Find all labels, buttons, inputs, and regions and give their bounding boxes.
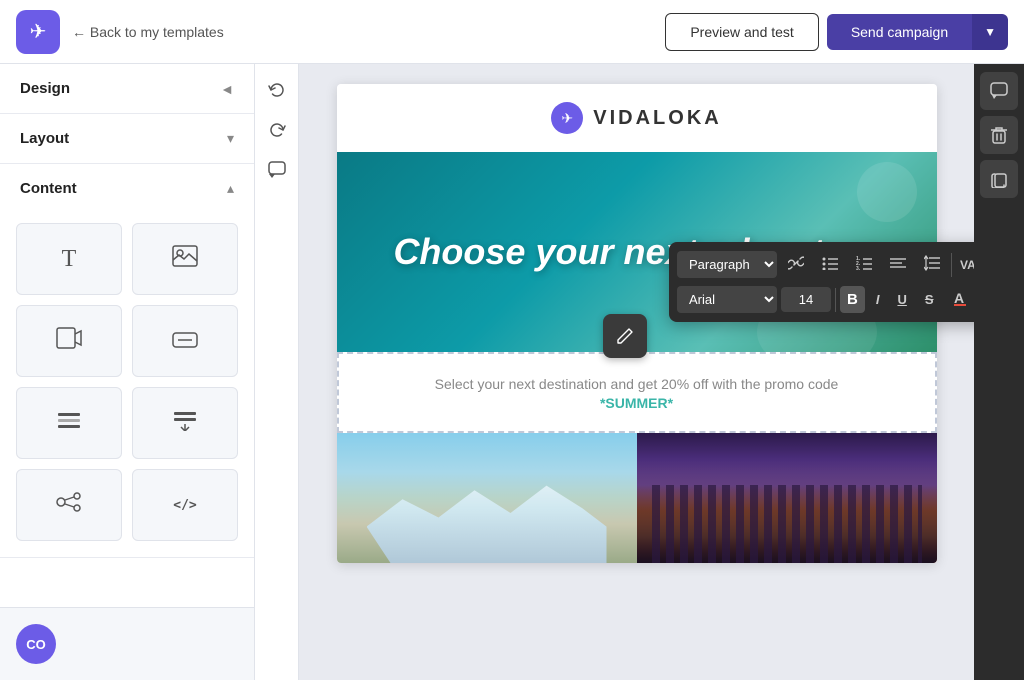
logo-icon: ✈ bbox=[30, 19, 47, 44]
svg-text:A: A bbox=[954, 290, 964, 306]
promo-section[interactable]: Select your next destination and get 20%… bbox=[337, 352, 937, 433]
button-tool-icon bbox=[172, 328, 198, 354]
layout-section-header[interactable]: Layout ▾ bbox=[0, 114, 254, 163]
promo-text: Select your next destination and get 20%… bbox=[359, 374, 915, 395]
strikethrough-button[interactable]: S bbox=[918, 287, 941, 312]
paragraph-select[interactable]: Paragraph bbox=[677, 251, 777, 278]
html-tool-icon: </> bbox=[173, 498, 196, 513]
svg-text:3.: 3. bbox=[856, 266, 861, 270]
avatar-initials: CO bbox=[26, 637, 46, 652]
text-tool[interactable]: T bbox=[16, 223, 122, 295]
main-layout: Design ◄ Layout ▾ Content ▴ T bbox=[0, 64, 1024, 680]
layout-section: Layout ▾ bbox=[0, 114, 254, 164]
social-tool-icon bbox=[56, 491, 82, 519]
header-left: ✈ ← Back to my templates bbox=[16, 10, 224, 54]
back-link-text: ← Back to my templates bbox=[72, 24, 224, 40]
underline-button[interactable]: U bbox=[890, 287, 913, 312]
import-tool[interactable] bbox=[132, 387, 238, 459]
brand-name: VIDALOKA bbox=[593, 107, 721, 130]
layout-label: Layout bbox=[20, 130, 69, 147]
italic-button[interactable]: I bbox=[869, 287, 887, 312]
video-tool-icon bbox=[56, 327, 82, 355]
glacier-image[interactable] bbox=[337, 433, 637, 563]
line-height-button[interactable] bbox=[917, 250, 947, 279]
right-delete-button[interactable] bbox=[980, 116, 1018, 154]
avatar: CO bbox=[16, 624, 56, 664]
image-tool[interactable] bbox=[132, 223, 238, 295]
send-campaign-dropdown-button[interactable]: ▼ bbox=[972, 14, 1008, 50]
format-toolbar: Paragraph bbox=[669, 242, 974, 322]
send-campaign-button[interactable]: Send campaign bbox=[827, 14, 972, 50]
import-tool-icon bbox=[172, 409, 198, 437]
brand-icon: ✈ bbox=[551, 102, 583, 134]
image-grid bbox=[337, 433, 937, 563]
design-label: Design bbox=[20, 80, 70, 97]
ordered-list-button[interactable]: 1. 2. 3. bbox=[849, 251, 879, 278]
content-section-header[interactable]: Content ▴ bbox=[0, 164, 254, 213]
image-tool-icon bbox=[172, 245, 198, 273]
content-tools-grid: T bbox=[0, 213, 254, 557]
bold-button[interactable]: B bbox=[840, 286, 865, 313]
email-header-bar: ✈ VIDALOKA bbox=[337, 84, 937, 152]
button-tool[interactable] bbox=[132, 305, 238, 377]
sidebar-bottom: CO bbox=[0, 607, 254, 680]
font-size-input[interactable] bbox=[781, 287, 831, 312]
content-section: Content ▴ T bbox=[0, 164, 254, 558]
va-label: VA bbox=[956, 258, 974, 272]
format-divider-3 bbox=[835, 288, 836, 312]
font-select[interactable]: Arial bbox=[677, 286, 777, 313]
text-fill-button[interactable]: A bbox=[945, 285, 974, 314]
header-right: Preview and test Send campaign ▼ bbox=[665, 13, 1008, 51]
promo-code: *SUMMER* bbox=[359, 395, 915, 411]
align-button[interactable] bbox=[883, 251, 913, 278]
design-collapse-icon: ◄ bbox=[220, 81, 234, 97]
unordered-list-button[interactable] bbox=[815, 251, 845, 278]
brand-icon-symbol: ✈ bbox=[561, 110, 573, 127]
canvas-scroll[interactable]: ✈ VIDALOKA Choose your next adventure Se… bbox=[299, 64, 974, 680]
send-campaign-group: Send campaign ▼ bbox=[827, 14, 1008, 50]
text-tool-icon: T bbox=[62, 246, 77, 273]
header: ✈ ← Back to my templates Preview and tes… bbox=[0, 0, 1024, 64]
edit-fab-button[interactable] bbox=[603, 314, 647, 358]
right-actions-panel bbox=[974, 64, 1024, 680]
sidebar: Design ◄ Layout ▾ Content ▴ T bbox=[0, 64, 255, 680]
video-tool[interactable] bbox=[16, 305, 122, 377]
format-divider-1 bbox=[951, 253, 952, 277]
logo: ✈ bbox=[16, 10, 60, 54]
design-section: Design ◄ bbox=[0, 64, 254, 114]
city-image[interactable] bbox=[637, 433, 937, 563]
undo-button[interactable] bbox=[259, 72, 295, 108]
redo-button[interactable] bbox=[259, 112, 295, 148]
content-label: Content bbox=[20, 180, 77, 197]
format-row-1: Paragraph bbox=[677, 250, 974, 279]
html-tool[interactable]: </> bbox=[132, 469, 238, 541]
right-comment-button[interactable] bbox=[980, 72, 1018, 110]
toolbar-strip bbox=[255, 64, 299, 680]
preview-button[interactable]: Preview and test bbox=[665, 13, 819, 51]
layout-expand-icon: ▾ bbox=[227, 130, 234, 147]
social-tool[interactable] bbox=[16, 469, 122, 541]
comment-button[interactable] bbox=[259, 152, 295, 188]
design-section-header[interactable]: Design ◄ bbox=[0, 64, 254, 113]
format-row-2: Arial B I U S A bbox=[677, 285, 974, 314]
right-copy-button[interactable] bbox=[980, 160, 1018, 198]
canvas-wrapper: ✈ VIDALOKA Choose your next adventure Se… bbox=[255, 64, 1024, 680]
back-link[interactable]: ← Back to my templates bbox=[72, 24, 224, 40]
content-collapse-icon: ▴ bbox=[227, 180, 234, 197]
divider-tool-icon bbox=[56, 409, 82, 437]
link-button[interactable] bbox=[781, 250, 811, 279]
divider-tool[interactable] bbox=[16, 387, 122, 459]
